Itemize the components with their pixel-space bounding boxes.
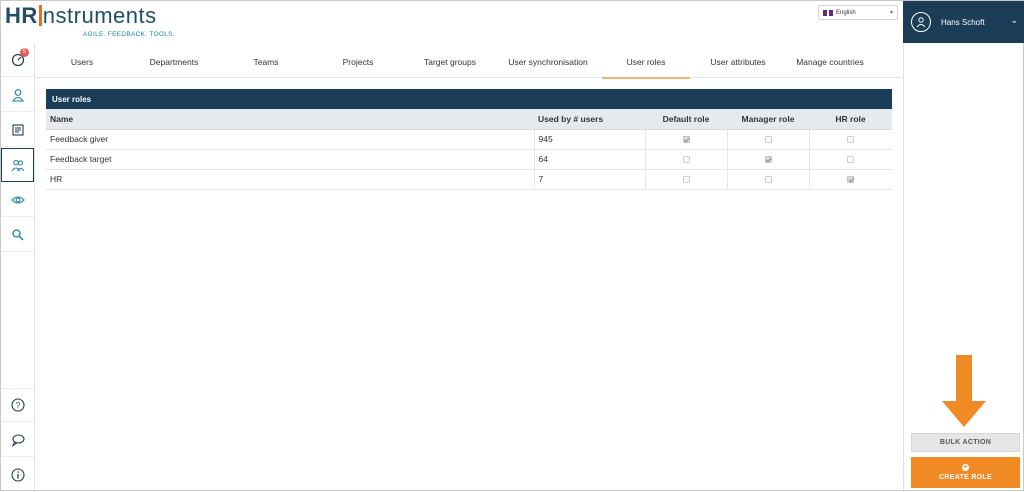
hr-role-checkbox[interactable] — [847, 156, 855, 164]
tab-departments[interactable]: Departments — [128, 45, 220, 78]
document-icon — [11, 123, 24, 136]
eye-icon — [10, 195, 25, 204]
caret-down-icon: ▾ — [889, 10, 893, 16]
chat-icon — [11, 433, 25, 447]
sidebar-item-dashboard[interactable]: 5 — [1, 43, 34, 77]
default-role-cell — [644, 169, 727, 190]
role-user-count-cell: 945 — [533, 129, 645, 150]
sidebar-item-reports[interactable] — [1, 113, 34, 147]
notification-badge: 5 — [20, 48, 29, 57]
chevron-down-icon: ⌄ — [1010, 15, 1018, 25]
tab-user-roles[interactable]: User roles — [600, 45, 692, 79]
manager-role-checkbox[interactable] — [764, 176, 772, 184]
default-role-checkbox[interactable] — [682, 156, 690, 164]
search-icon — [11, 228, 24, 241]
user-roles-table: Name Used by # users Default role Manage… — [46, 109, 892, 190]
sidebar-item-chat[interactable] — [1, 423, 34, 457]
hr-role-cell — [808, 129, 892, 150]
create-role-label: CREATE ROLE — [939, 474, 992, 481]
manager-role-cell — [726, 149, 809, 170]
table-row[interactable]: HR 7 — [46, 169, 892, 190]
person-icon — [11, 88, 24, 102]
column-header-default-role[interactable]: Default role — [645, 109, 727, 130]
sidebar-item-info[interactable] — [1, 458, 34, 492]
manager-role-cell — [726, 129, 809, 150]
table-header-row: Name Used by # users Default role Manage… — [46, 109, 892, 130]
user-name: Hans Schoft — [941, 17, 985, 27]
create-role-button[interactable]: + CREATE ROLE — [911, 457, 1020, 488]
sidebar-item-users[interactable] — [1, 148, 34, 182]
sidebar: 5 ? — [1, 43, 35, 492]
logo-wordmark: HR nstruments — [5, 3, 157, 28]
arrow-down-icon — [942, 355, 986, 427]
panel-title: User roles — [46, 89, 892, 109]
hr-role-cell — [808, 149, 892, 170]
logo[interactable]: HR nstruments AGILE. FEEDBACK. TOOLS. — [5, 3, 175, 43]
info-icon — [10, 468, 25, 482]
default-role-cell — [644, 129, 727, 150]
role-user-count-cell: 64 — [533, 149, 645, 170]
user-avatar-icon — [911, 12, 931, 32]
language-label: English — [836, 9, 856, 16]
sidebar-item-search[interactable] — [1, 218, 34, 252]
manager-role-checkbox[interactable] — [764, 156, 772, 164]
table-row[interactable]: Feedback giver 945 — [46, 129, 892, 150]
column-header-used-by[interactable]: Used by # users — [534, 109, 645, 130]
sidebar-item-profile[interactable] — [1, 78, 34, 112]
manager-role-cell — [726, 169, 809, 190]
hr-role-cell — [808, 169, 892, 190]
default-role-checkbox[interactable] — [682, 136, 690, 144]
manager-role-checkbox[interactable] — [764, 136, 772, 144]
app-frame: HR nstruments AGILE. FEEDBACK. TOOLS. Eng… — [0, 0, 1024, 492]
hr-role-checkbox[interactable] — [847, 176, 855, 184]
hr-role-checkbox[interactable] — [847, 136, 855, 144]
sidebar-item-help[interactable]: ? — [1, 388, 34, 422]
user-roles-panel: User roles Name Used by # users Default … — [46, 89, 892, 190]
column-header-hr-role[interactable]: HR role — [809, 109, 892, 130]
bulk-action-button[interactable]: BULK ACTION — [911, 433, 1020, 452]
user-menu[interactable]: Hans Schoft ⌄ — [903, 1, 1024, 43]
tab-projects[interactable]: Projects — [312, 45, 404, 78]
tab-user-synchronisation[interactable]: User synchronisation — [496, 45, 600, 78]
language-select[interactable]: English ▾ — [818, 5, 898, 20]
help-icon: ? — [10, 398, 25, 412]
role-name-cell: Feedback giver — [46, 129, 534, 150]
tab-bar: Users Departments Teams Projects Target … — [36, 45, 902, 79]
svg-text:?: ? — [15, 401, 20, 410]
tab-teams[interactable]: Teams — [220, 45, 312, 78]
table-row[interactable]: Feedback target 64 — [46, 149, 892, 170]
uk-flag-icon — [823, 9, 833, 16]
sidebar-item-observe[interactable] — [1, 183, 34, 217]
tab-users[interactable]: Users — [36, 45, 128, 78]
tab-target-groups[interactable]: Target groups — [404, 45, 496, 78]
default-role-cell — [644, 149, 727, 170]
logo-tagline: AGILE. FEEDBACK. TOOLS. — [83, 31, 175, 38]
role-name-cell: HR — [46, 169, 534, 190]
tab-manage-countries[interactable]: Manage countries — [784, 45, 876, 78]
default-role-checkbox[interactable] — [682, 176, 690, 184]
role-user-count-cell: 7 — [533, 169, 645, 190]
role-name-cell: Feedback target — [46, 149, 534, 170]
tab-user-attributes[interactable]: User attributes — [692, 45, 784, 78]
plus-icon: + — [962, 464, 969, 471]
users-icon — [11, 159, 24, 172]
column-header-name[interactable]: Name — [46, 109, 534, 130]
column-header-manager-role[interactable]: Manager role — [727, 109, 809, 130]
